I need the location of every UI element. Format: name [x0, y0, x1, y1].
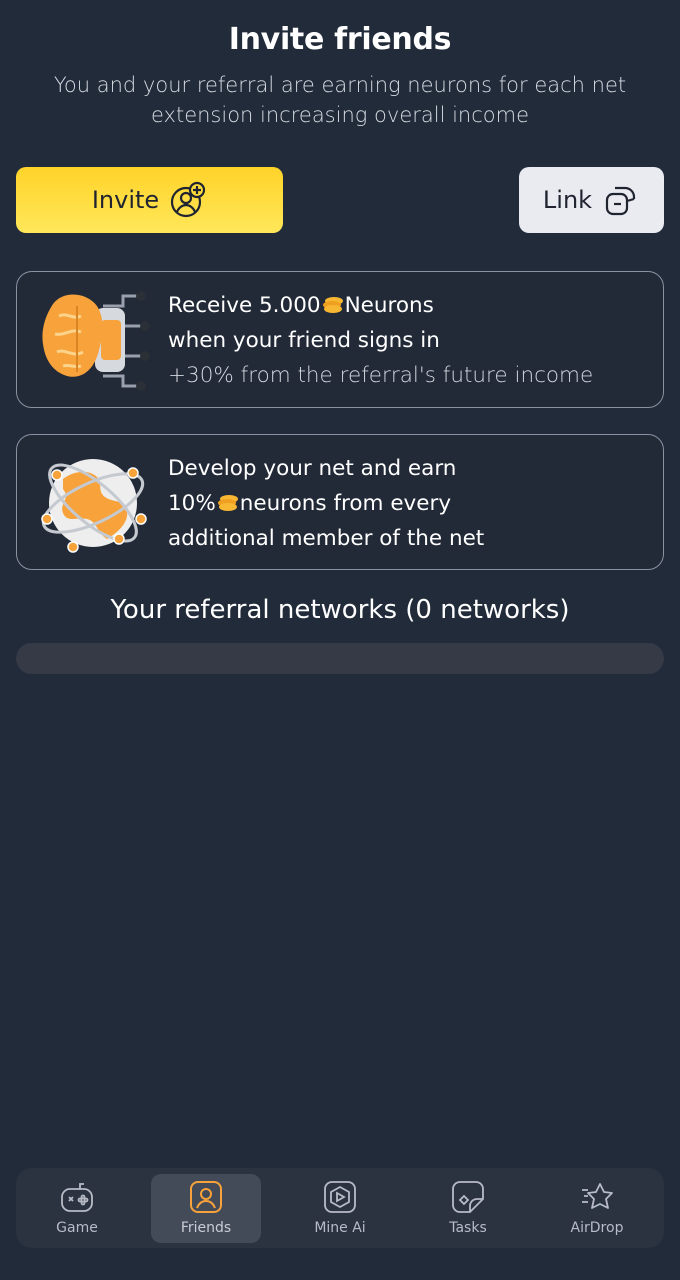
user-icon — [190, 1181, 222, 1213]
referral-networks-list — [16, 643, 664, 674]
bottom-navigation: Game Friends Mine Ai Tasks AirDrop — [16, 1168, 664, 1248]
add-user-icon — [171, 181, 206, 218]
nav-label-friends: Friends — [180, 1220, 232, 1236]
brain-chip-icon — [42, 291, 150, 391]
network-reward-card: Develop your net and earn 10% neurons fro… — [16, 434, 664, 570]
page-subtitle: You and your referral are earning neuron… — [53, 73, 627, 127]
note-icon — [452, 1181, 484, 1213]
card2-line2-post: neurons from every — [239, 491, 452, 516]
nav-item-mine-ai[interactable]: Mine Ai — [285, 1174, 395, 1243]
nav-label-mine-ai: Mine Ai — [314, 1220, 366, 1236]
neuron-coin-icon — [322, 297, 343, 313]
gamepad-icon — [61, 1183, 93, 1212]
invite-button[interactable]: Invite — [16, 167, 283, 233]
copy-link-button[interactable]: Link — [519, 167, 664, 233]
neuron-coin-icon — [217, 495, 238, 511]
card2-line1: Develop your net and earn — [168, 456, 457, 481]
card1-line3: +30% from the referral's future income — [168, 363, 594, 388]
nav-item-tasks[interactable]: Tasks — [413, 1174, 523, 1243]
globe-network-icon — [41, 459, 147, 553]
card1-line1-post: Neurons — [344, 293, 434, 318]
nav-label-game: Game — [56, 1220, 98, 1236]
nav-label-airdrop: AirDrop — [570, 1220, 624, 1236]
card2-line2-pre: 10% — [168, 491, 216, 516]
page-title: Invite friends — [228, 22, 452, 57]
referral-networks-title: Your referral networks (0 networks) — [110, 595, 570, 625]
nav-item-game[interactable]: Game — [22, 1174, 132, 1243]
invite-button-label: Invite — [91, 186, 160, 214]
play-hexagon-icon — [324, 1181, 356, 1213]
card1-line1-pre: Receive 5.000 — [168, 293, 321, 318]
nav-label-tasks: Tasks — [449, 1220, 487, 1236]
nav-item-friends[interactable]: Friends — [151, 1174, 261, 1243]
copy-icon — [605, 186, 636, 216]
link-button-label: Link — [542, 186, 593, 214]
referral-reward-card: Receive 5.000 Neurons when your friend si… — [16, 271, 664, 408]
star-icon — [582, 1183, 613, 1209]
card1-line2: when your friend signs in — [168, 328, 440, 353]
card2-line3: additional member of the net — [168, 526, 485, 551]
nav-item-airdrop[interactable]: AirDrop — [542, 1174, 652, 1243]
